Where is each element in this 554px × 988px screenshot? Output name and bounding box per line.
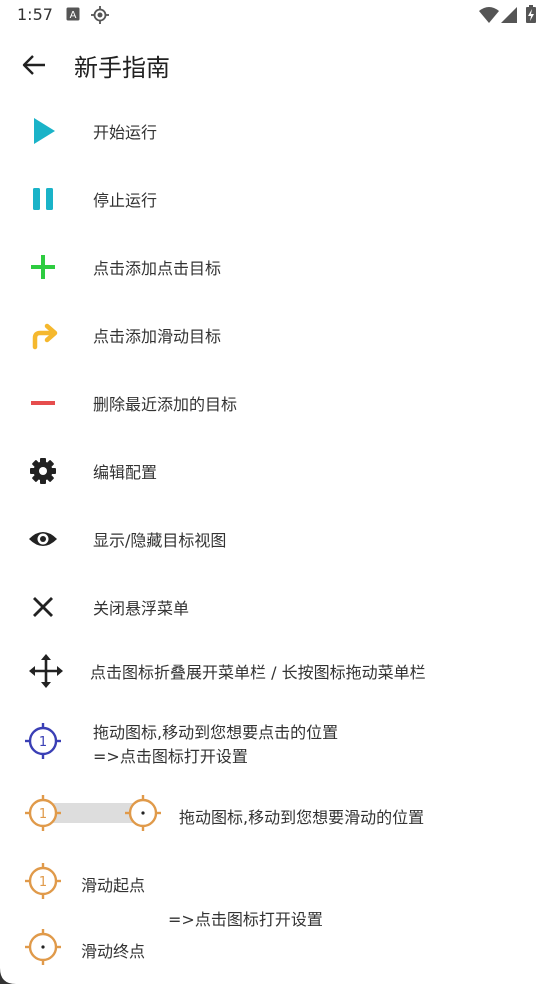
keyboard-a-icon: A bbox=[66, 6, 80, 25]
guide-item-stop: 停止运行 bbox=[0, 168, 554, 228]
click-target-icon[interactable]: 1 bbox=[25, 723, 61, 759]
swipe-arrow-icon bbox=[24, 316, 62, 354]
guide-item-label: 删除最近添加的目标 bbox=[93, 395, 238, 414]
bottom-corner bbox=[0, 968, 16, 984]
swipe-start-number: 1 bbox=[39, 807, 47, 822]
guide-item-label: 点击添加点击目标 bbox=[93, 259, 222, 278]
guide-item-label: 显示/隐藏目标视图 bbox=[93, 531, 227, 550]
guide-item-delete: 删除最近添加的目标 bbox=[0, 372, 554, 432]
swipe-target-text: 拖动图标,移动到您想要滑动的位置 bbox=[179, 808, 425, 827]
app-bar: 新手指南 bbox=[0, 30, 554, 100]
swipe-start-icon[interactable]: 1 bbox=[25, 795, 61, 831]
guide-item-label: 开始运行 bbox=[93, 123, 158, 142]
pause-icon bbox=[24, 180, 62, 218]
guide-item-move-menu: 点击图标折叠展开菜单栏 / 长按图标拖动菜单栏 bbox=[0, 640, 554, 700]
svg-text:A: A bbox=[70, 10, 77, 21]
move-icon bbox=[27, 652, 65, 690]
battery-charging-icon bbox=[526, 5, 536, 27]
guide-item-add-swipe: 点击添加滑动目标 bbox=[0, 304, 554, 364]
click-target-line1: 拖动图标,移动到您想要点击的位置 bbox=[93, 723, 339, 742]
gps-icon bbox=[91, 6, 109, 28]
click-target-line2: =>点击图标打开设置 bbox=[93, 747, 248, 766]
swipe-end-icon[interactable] bbox=[125, 795, 161, 831]
swipe-legend-number: 1 bbox=[39, 875, 47, 890]
guide-item-start: 开始运行 bbox=[0, 100, 554, 160]
guide-item-label: 停止运行 bbox=[93, 191, 158, 210]
swipe-end-label: 滑动终点 bbox=[81, 942, 146, 961]
guide-item-edit-config: 编辑配置 bbox=[0, 440, 554, 500]
guide-item-add-click: 点击添加点击目标 bbox=[0, 236, 554, 296]
status-bar: 1:57 A bbox=[0, 0, 554, 30]
guide-item-close-menu: 关闭悬浮菜单 bbox=[0, 576, 554, 636]
swipe-legend-note: =>点击图标打开设置 bbox=[168, 910, 323, 929]
signal-icon bbox=[501, 7, 517, 27]
guide-item-label: 编辑配置 bbox=[93, 463, 158, 482]
play-icon bbox=[24, 112, 62, 150]
plus-icon bbox=[24, 248, 62, 286]
guide-item-toggle-view: 显示/隐藏目标视图 bbox=[0, 508, 554, 568]
swipe-end-legend-icon bbox=[25, 929, 61, 965]
gear-icon bbox=[24, 452, 62, 490]
minus-icon bbox=[24, 384, 62, 422]
close-icon bbox=[24, 588, 62, 626]
eye-icon bbox=[24, 520, 62, 558]
page-title: 新手指南 bbox=[74, 54, 170, 82]
swipe-start-label: 滑动起点 bbox=[81, 876, 146, 895]
guide-item-label: 点击添加滑动目标 bbox=[93, 327, 222, 346]
back-button[interactable] bbox=[14, 48, 54, 82]
swipe-start-legend-icon: 1 bbox=[25, 863, 61, 899]
click-target-number: 1 bbox=[39, 735, 47, 750]
guide-item-label: 点击图标折叠展开菜单栏 / 长按图标拖动菜单栏 bbox=[90, 663, 426, 682]
arrow-back-icon bbox=[22, 54, 46, 80]
guide-item-label: 关闭悬浮菜单 bbox=[93, 599, 190, 618]
status-time: 1:57 bbox=[17, 5, 53, 24]
wifi-icon bbox=[479, 7, 499, 27]
